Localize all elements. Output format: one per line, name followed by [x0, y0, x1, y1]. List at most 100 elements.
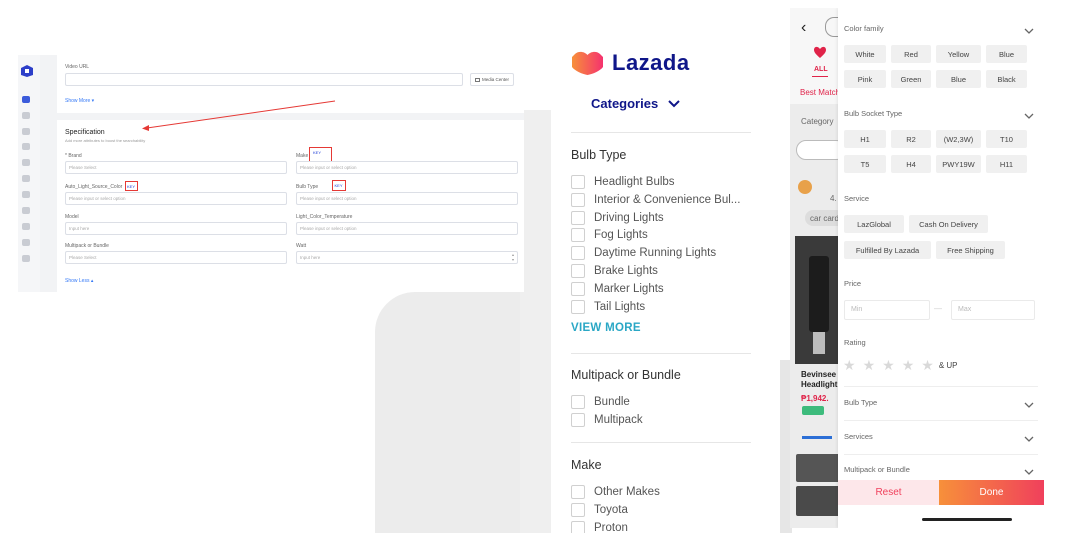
chevron-down-icon[interactable] — [1024, 467, 1034, 477]
color-chip[interactable]: White — [844, 45, 886, 63]
service-chip[interactable]: Free Shipping — [936, 241, 1005, 259]
checkbox[interactable] — [571, 228, 585, 243]
product-title-line2[interactable]: Headlight — [801, 380, 837, 389]
all-tab[interactable]: ALL — [814, 66, 828, 73]
price-max-input[interactable]: Max — [951, 300, 1035, 320]
reset-button[interactable]: Reset — [838, 480, 939, 505]
make-option[interactable]: Other Makes — [571, 484, 660, 500]
bulb-type-option[interactable]: Tail Lights — [571, 299, 645, 315]
checkbox[interactable] — [571, 192, 585, 207]
product-thumb[interactable] — [796, 486, 842, 516]
nav-orders-icon[interactable] — [22, 128, 30, 135]
bulb-type-option[interactable]: Brake Lights — [571, 263, 658, 279]
service-chip[interactable]: Fulfilled By Lazada — [844, 241, 931, 259]
checkbox[interactable] — [571, 503, 585, 517]
nav-finance-icon[interactable] — [22, 175, 30, 182]
socket-chip[interactable]: PWY19W — [936, 155, 981, 173]
product-thumb[interactable] — [796, 454, 842, 482]
collapsed-section-title[interactable]: Bulb Type — [844, 398, 877, 407]
checkbox[interactable] — [571, 281, 585, 296]
price-min-input[interactable]: Min — [844, 300, 930, 320]
color-chip[interactable]: Pink — [844, 70, 886, 88]
star-icon[interactable]: ★ — [843, 358, 856, 372]
bulb-type-option[interactable]: Driving Lights — [571, 210, 664, 226]
star-icon[interactable]: ★ — [882, 358, 895, 372]
checkbox[interactable] — [571, 485, 585, 499]
checkbox[interactable] — [571, 299, 585, 314]
media-center-button[interactable]: Media Center — [470, 73, 515, 86]
nav-account-icon[interactable] — [22, 239, 30, 246]
checkbox[interactable] — [571, 413, 585, 427]
nav-support-icon[interactable] — [22, 223, 30, 230]
socket-chip[interactable]: H11 — [986, 155, 1027, 173]
nav-products-icon[interactable] — [22, 112, 30, 119]
service-chip[interactable]: LazGlobal — [844, 215, 904, 233]
checkbox[interactable] — [571, 521, 585, 533]
nav-home-icon[interactable] — [22, 96, 30, 103]
checkbox[interactable] — [571, 246, 585, 261]
category-filter[interactable]: Category — [801, 117, 833, 126]
categories-dropdown[interactable]: Categories — [591, 96, 680, 111]
multipack-option[interactable]: Multipack — [571, 412, 643, 428]
nav-settings-icon[interactable] — [22, 255, 30, 262]
multipack-option[interactable]: Bundle — [571, 394, 630, 410]
product-title-line1[interactable]: Bevinsee — [801, 370, 836, 379]
show-less-link[interactable]: Show Less ▴ — [65, 278, 93, 284]
light-color-temperature-select[interactable]: Please input or select option — [296, 222, 518, 235]
make-option[interactable]: Toyota — [571, 502, 628, 518]
chevron-down-icon[interactable] — [1024, 434, 1034, 444]
bulb-type-option[interactable]: Fog Lights — [571, 227, 648, 243]
star-icon[interactable]: ★ — [863, 358, 876, 372]
nav-marketing-icon[interactable] — [22, 143, 30, 150]
nav-growth-icon[interactable] — [22, 207, 30, 214]
product-image[interactable] — [795, 236, 842, 364]
model-input[interactable]: Input here — [65, 222, 287, 235]
socket-chip[interactable]: R2 — [891, 130, 931, 148]
bulb-type-option[interactable]: Headlight Bulbs — [571, 174, 675, 190]
back-arrow-icon[interactable]: ‹ — [801, 19, 806, 37]
socket-chip[interactable]: H1 — [844, 130, 886, 148]
checkbox[interactable] — [571, 264, 585, 278]
color-chip[interactable]: Red — [891, 45, 931, 63]
socket-chip[interactable]: H4 — [891, 155, 931, 173]
multipack-select[interactable]: Please Select — [65, 251, 287, 264]
star-icon[interactable]: ★ — [921, 358, 934, 372]
service-chip[interactable]: Cash On Delivery — [909, 215, 988, 233]
rating-stars[interactable]: ★ ★ ★ ★ ★ & UP — [843, 358, 957, 372]
socket-chip[interactable]: T5 — [844, 155, 886, 173]
chevron-down-icon[interactable] — [1024, 26, 1034, 36]
watt-stepper[interactable]: ▴ ▾ — [512, 252, 514, 262]
chevron-down-icon[interactable] — [1024, 111, 1034, 121]
brand-select[interactable]: Please Select — [65, 161, 287, 174]
video-url-input[interactable] — [65, 73, 463, 86]
nav-store-icon[interactable] — [22, 191, 30, 198]
color-chip[interactable]: Green — [891, 70, 931, 88]
make-select[interactable]: Please input or select option — [296, 161, 518, 174]
done-button[interactable]: Done — [939, 480, 1044, 505]
chevron-down-icon[interactable] — [1024, 400, 1034, 410]
watt-input[interactable]: Input here — [296, 251, 518, 264]
socket-chip[interactable]: (W2,3W) — [936, 130, 981, 148]
checkbox[interactable] — [571, 210, 585, 225]
checkbox[interactable] — [571, 395, 585, 409]
show-more-link[interactable]: Show More ▾ — [65, 98, 94, 104]
bulb-type-option[interactable]: Daytime Running Lights — [571, 245, 716, 261]
bulb-type-option[interactable]: Interior & Convenience Bul... — [571, 192, 740, 208]
color-chip[interactable]: Blue — [936, 70, 981, 88]
collapsed-section-title[interactable]: Multipack or Bundle — [844, 465, 910, 474]
bulb-type-option[interactable]: Marker Lights — [571, 281, 664, 297]
auto-light-source-color-select[interactable]: Please input or select option — [65, 192, 287, 205]
view-more-link[interactable]: VIEW MORE — [571, 322, 641, 334]
collapsed-section-title[interactable]: Services — [844, 432, 873, 441]
bulb-type-select[interactable]: Please input or select option — [296, 192, 518, 205]
checkbox[interactable] — [571, 175, 585, 189]
nav-data-icon[interactable] — [22, 159, 30, 166]
star-icon[interactable]: ★ — [902, 358, 915, 372]
best-match-sort[interactable]: Best Match — [800, 88, 840, 97]
lazada-logo[interactable]: Lazada — [571, 50, 690, 76]
color-chip[interactable]: Blue — [986, 45, 1027, 63]
color-chip[interactable]: Black — [986, 70, 1027, 88]
color-chip[interactable]: Yellow — [936, 45, 981, 63]
socket-chip[interactable]: T10 — [986, 130, 1027, 148]
make-option[interactable]: Proton — [571, 520, 628, 533]
